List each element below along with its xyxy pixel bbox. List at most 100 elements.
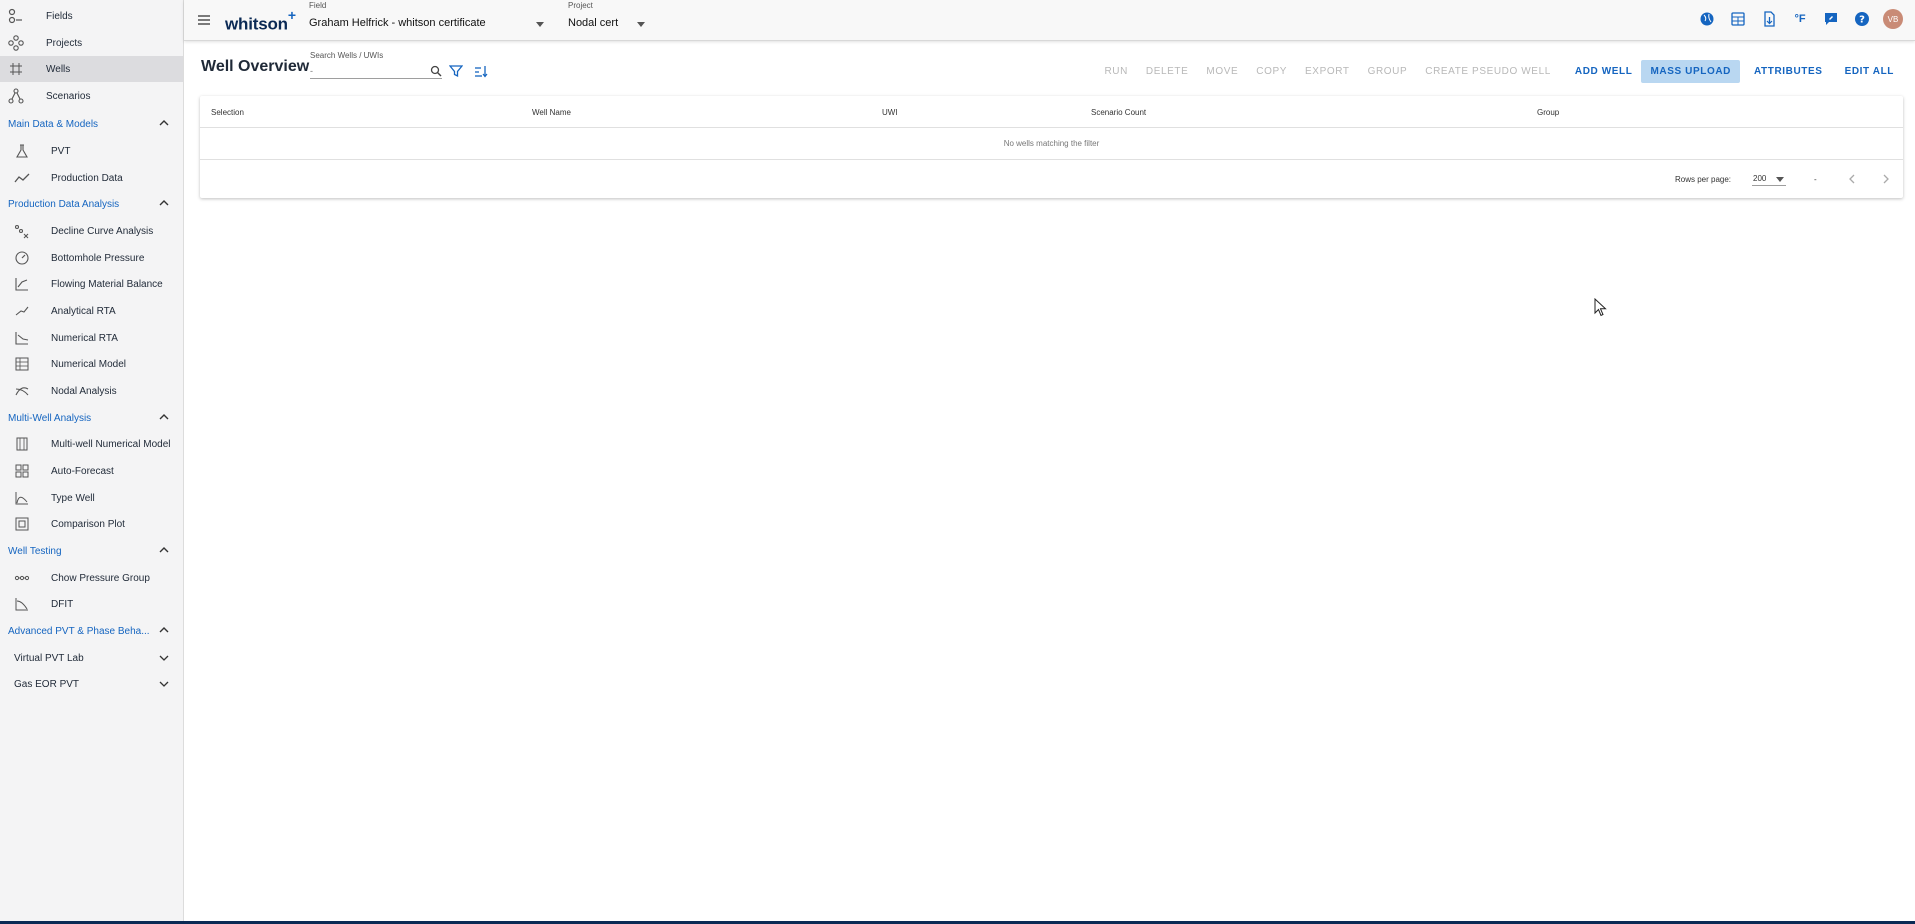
column-header-selection[interactable]: Selection [211,108,244,117]
sidebar-item-analytical-rta[interactable]: Analytical RTA [0,298,183,324]
calculator-icon[interactable] [1728,9,1748,29]
sidebar-item-pvt[interactable]: PVT [0,138,183,164]
nodal-curves-icon [14,383,30,399]
fahrenheit-icon[interactable]: °F [1790,9,1810,29]
chevron-up-icon [157,116,171,130]
feedback-icon[interactable] [1821,9,1841,29]
sidebar-item-gas-eor-pvt[interactable]: Gas EOR PVT [0,671,183,697]
sidebar-item-projects[interactable]: Projects [0,30,183,56]
field-selector[interactable]: Field Graham Helfrick - whitson certific… [309,1,549,37]
sidebar-item-label: Chow Pressure Group [51,572,150,584]
column-header-well-name[interactable]: Well Name [532,108,571,117]
sidebar-item-label: Production Data [51,172,123,184]
sidebar-item-multi-well-numerical[interactable]: Multi-well Numerical Model [0,431,183,457]
wells-icon [8,61,24,77]
well-toolbar: RUN DELETE MOVE COPY EXPORT GROUP CREATE… [1095,60,1903,83]
edit-all-button[interactable]: EDIT ALL [1836,60,1903,83]
rows-per-page-select[interactable]: 200 [1752,172,1786,186]
filter-icon[interactable] [448,64,464,83]
section-label: Advanced PVT & Phase Beha... [8,625,150,637]
section-production-analysis[interactable]: Production Data Analysis [0,191,183,217]
sidebar-item-label: Multi-well Numerical Model [51,438,171,450]
project-selector[interactable]: Project Nodal cert [568,1,648,37]
sidebar-item-fmb[interactable]: Flowing Material Balance [0,271,183,297]
grid-four-icon [14,463,30,479]
search-icon[interactable] [430,64,442,82]
sidebar-item-dfit[interactable]: DFIT [0,591,183,617]
rows-per-page-value: 200 [1753,174,1767,183]
sidebar-item-fields[interactable]: Fields [0,3,183,29]
trend-line-icon [14,170,30,186]
section-label: Well Testing [8,545,62,557]
fields-icon [8,8,24,24]
column-header-scenario-count[interactable]: Scenario Count [1091,108,1146,117]
sidebar-item-comparison-plot[interactable]: Comparison Plot [0,511,183,537]
sidebar-item-label: Virtual PVT Lab [14,652,84,664]
section-well-testing[interactable]: Well Testing [0,538,183,564]
sidebar-item-label: Bottomhole Pressure [51,252,145,264]
search-input[interactable] [310,63,442,79]
sidebar-item-label: Numerical RTA [51,332,118,344]
add-well-button[interactable]: ADD WELL [1566,60,1642,83]
help-icon[interactable]: ? [1852,9,1872,29]
document-icon[interactable] [1759,9,1779,29]
scenarios-icon [8,88,24,104]
copy-button[interactable]: COPY [1247,60,1296,83]
delete-button[interactable]: DELETE [1137,60,1198,83]
mass-upload-button[interactable]: MASS UPLOAD [1641,60,1740,83]
user-avatar[interactable]: VB [1883,9,1903,29]
sidebar-item-label: Type Well [51,492,95,504]
move-button[interactable]: MOVE [1197,60,1247,83]
pagination-range: - [1814,175,1817,184]
section-label: Main Data & Models [8,118,99,130]
section-advanced-pvt[interactable]: Advanced PVT & Phase Beha... [0,618,183,644]
section-main-data[interactable]: Main Data & Models [0,111,183,137]
grid-model-icon [14,356,30,372]
sidebar-item-scenarios[interactable]: Scenarios [0,83,183,109]
hamburger-menu-icon[interactable] [196,12,212,28]
sidebar-item-wells[interactable]: Wells [0,56,183,82]
top-app-bar: whitson+ Field Graham Helfrick - whitson… [184,0,1915,41]
sidebar-item-numerical-rta[interactable]: Numerical RTA [0,325,183,351]
column-header-uwi[interactable]: UWI [882,108,898,117]
section-multi-well[interactable]: Multi-Well Analysis [0,405,183,431]
export-button[interactable]: EXPORT [1296,60,1359,83]
search-label: Search Wells / UWIs [310,51,384,60]
svg-text:?: ? [1859,15,1865,26]
sort-icon[interactable] [474,64,488,83]
page-title: Well Overview [201,58,310,75]
sidebar-item-label: Analytical RTA [51,305,116,317]
create-pseudo-well-button[interactable]: CREATE PSEUDO WELL [1416,60,1560,83]
sidebar-item-bhp[interactable]: Bottomhole Pressure [0,245,183,271]
sidebar-item-production-data[interactable]: Production Data [0,165,183,191]
whitson-logo[interactable]: whitson+ [225,7,296,35]
type-curve-icon [14,490,30,506]
sidebar-item-label: DFIT [51,598,74,610]
sidebar-item-auto-forecast[interactable]: Auto-Forecast [0,458,183,484]
column-header-group[interactable]: Group [1537,108,1559,117]
sidebar-item-nodal-analysis[interactable]: Nodal Analysis [0,378,183,404]
sidebar-item-virtual-pvt-lab[interactable]: Virtual PVT Lab [0,645,183,671]
logo-plus: + [287,7,296,23]
projects-icon [8,35,24,51]
flask-icon [14,143,30,159]
sidebar-item-chow-pressure[interactable]: Chow Pressure Group [0,565,183,591]
previous-page-icon[interactable] [1844,171,1860,187]
sidebar-item-type-well[interactable]: Type Well [0,485,183,511]
field-label: Field [309,1,327,10]
section-label: Multi-Well Analysis [8,412,92,424]
header-actions: °F ? VB [1697,9,1903,29]
group-button[interactable]: GROUP [1359,60,1417,83]
attributes-button[interactable]: ATTRIBUTES [1745,60,1832,83]
logo-text: whitson [225,14,288,34]
run-button[interactable]: RUN [1095,60,1136,83]
globe-icon[interactable] [1697,9,1717,29]
gauge-icon [14,250,30,266]
next-page-icon[interactable] [1878,171,1894,187]
sidebar-item-numerical-model[interactable]: Numerical Model [0,351,183,377]
sidebar: Fields Projects Wells Scenarios Main Dat… [0,0,184,924]
sidebar-item-dca[interactable]: Decline Curve Analysis [0,218,183,244]
rows-per-page-label: Rows per page: [1675,175,1732,184]
mouse-pointer-icon [1594,297,1608,323]
empty-table-message: No wells matching the filter [200,128,1903,160]
